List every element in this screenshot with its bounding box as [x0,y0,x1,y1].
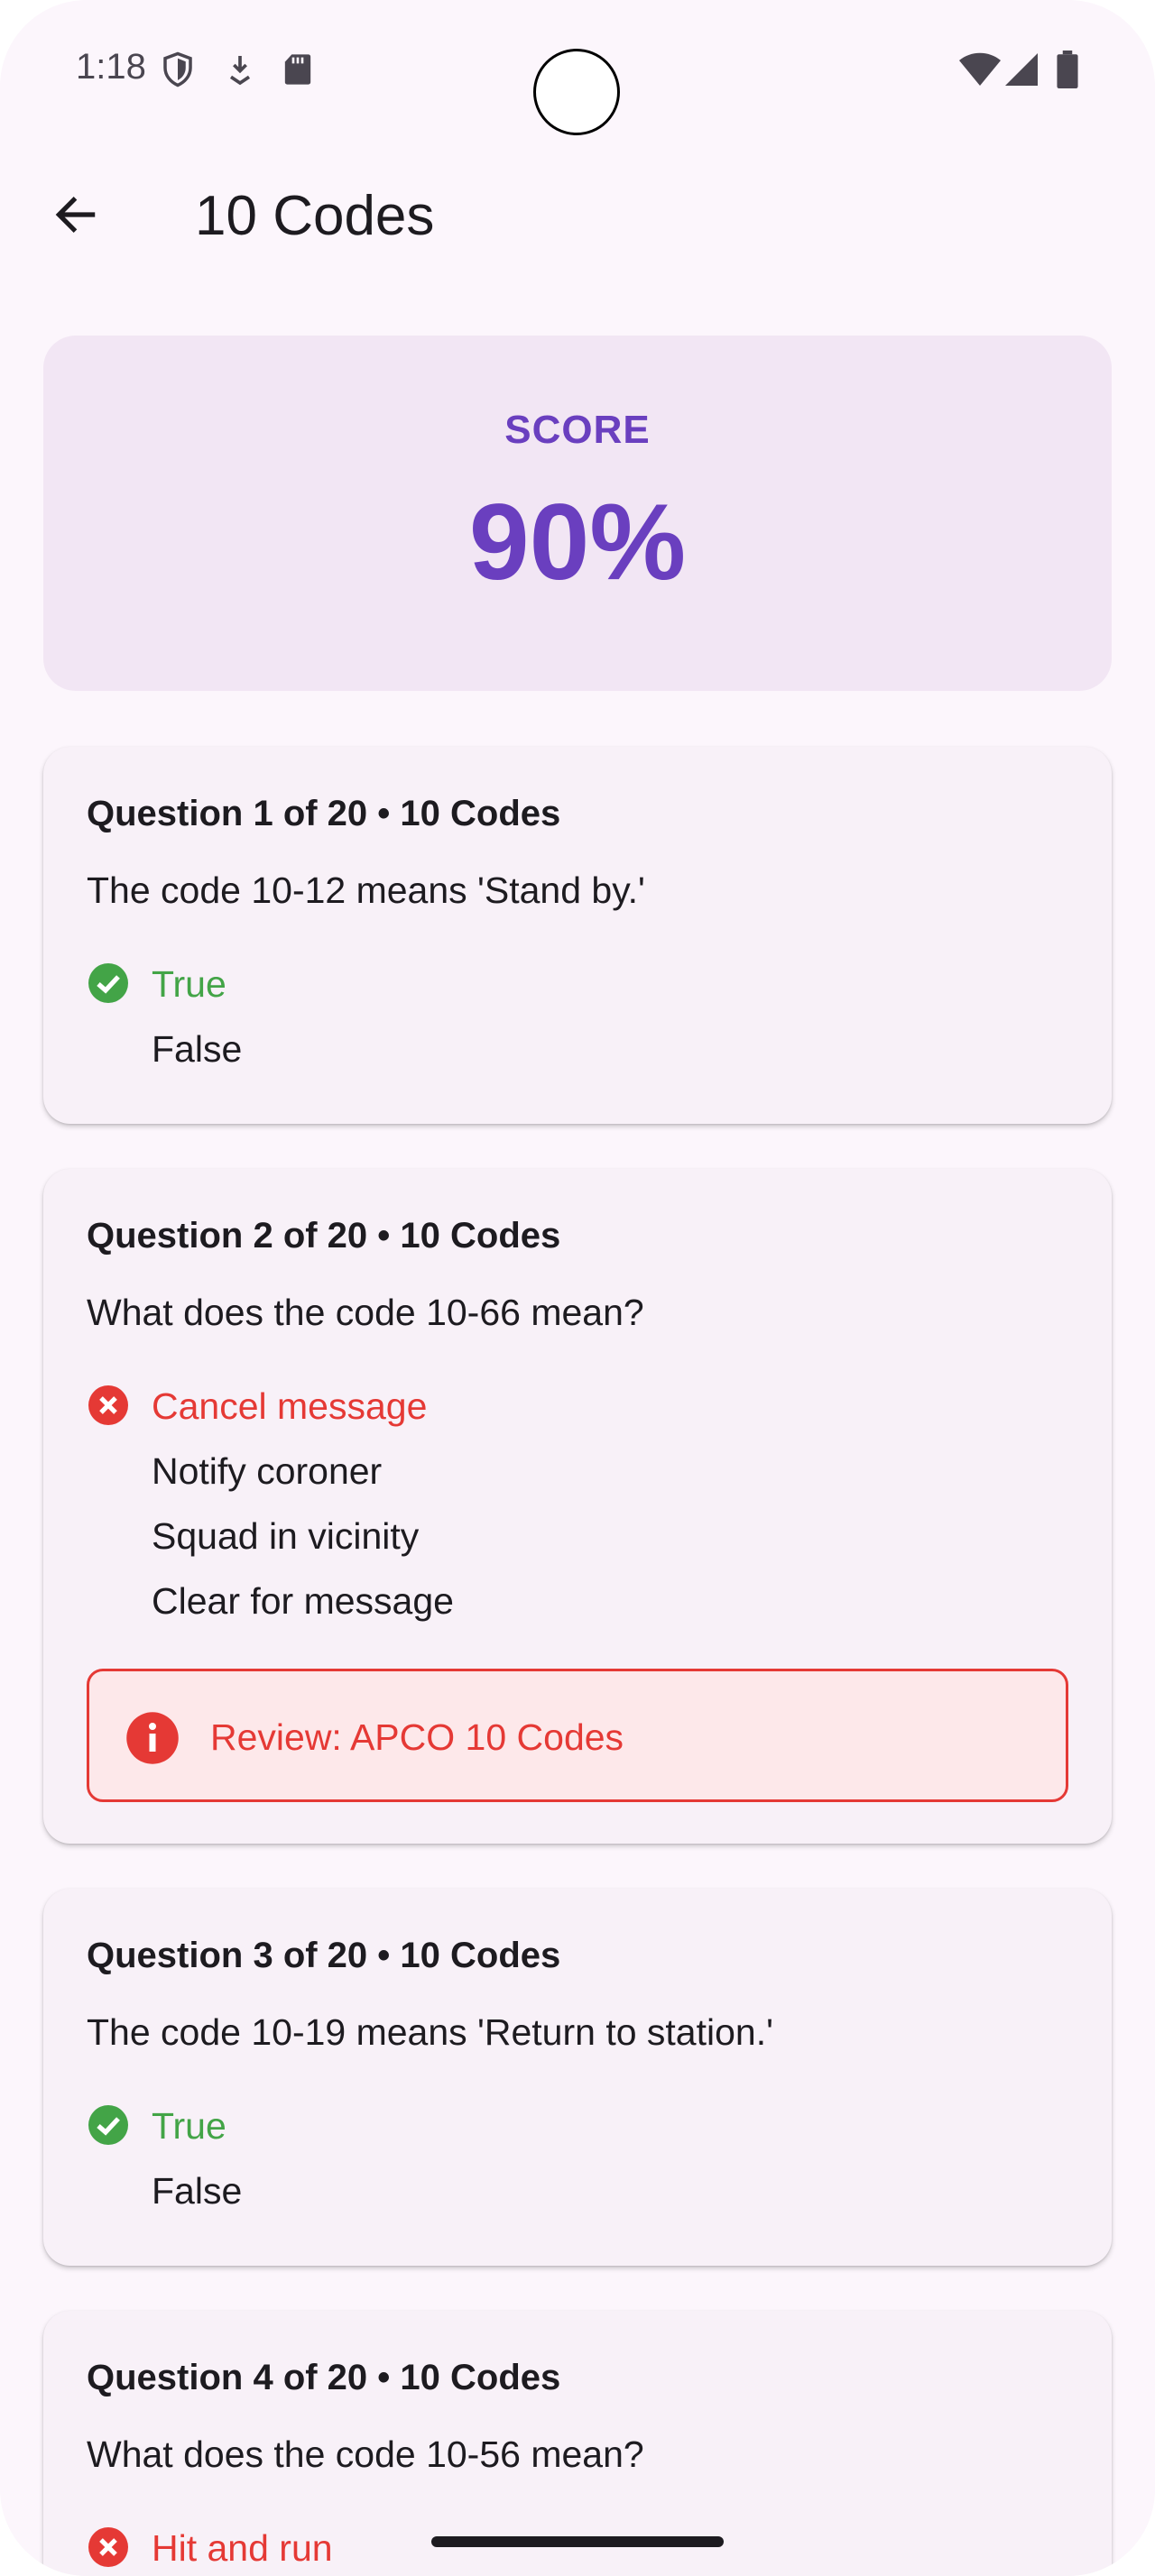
question-header: Question 3 of 20 • 10 Codes [87,1936,561,1975]
sd-card-icon [280,51,316,93]
page-title: 10 Codes [195,185,435,247]
option-cancel-message[interactable]: Cancel message [152,1385,427,1428]
signal-icon [1003,51,1040,93]
option-false[interactable]: False [152,2170,242,2213]
score-label: SCORE [504,408,651,452]
app-bar: 10 Codes [0,162,1155,271]
download-icon [222,51,258,93]
wifi-icon [958,51,1002,93]
shield-icon [159,51,197,93]
question-text: The code 10-12 means 'Stand by.' [87,869,645,911]
battery-icon [1056,51,1079,93]
check-circle-icon [87,2103,130,2147]
phone-screen: 1:18 10 Codes SCORE 90% Question 1 of 20… [0,0,1155,2576]
error-circle-icon [87,1384,130,1427]
option-squad-in-vicinity[interactable]: Squad in vicinity [152,1515,419,1558]
error-circle-icon [87,2525,130,2569]
home-indicator[interactable] [431,2536,724,2547]
option-false[interactable]: False [152,1028,242,1071]
option-hit-and-run[interactable]: Hit and run [152,2527,333,2570]
review-text: Review: APCO 10 Codes [210,1716,624,1758]
review-link[interactable]: Review: APCO 10 Codes [87,1669,1068,1802]
question-text: What does the code 10-56 mean? [87,2433,644,2475]
question-header: Question 1 of 20 • 10 Codes [87,794,561,833]
option-notify-coroner[interactable]: Notify coroner [152,1450,382,1493]
question-header: Question 4 of 20 • 10 Codes [87,2358,561,2397]
question-card-2: Question 2 of 20 • 10 Codes What does th… [43,1169,1112,1844]
option-true[interactable]: True [152,2105,226,2148]
question-header: Question 2 of 20 • 10 Codes [87,1216,561,1256]
question-text: The code 10-19 means 'Return to station.… [87,2011,773,2053]
option-true[interactable]: True [152,963,226,1006]
question-text: What does the code 10-66 mean? [87,1292,644,1333]
front-camera [533,49,620,135]
score-value: 90% [468,482,687,603]
back-button[interactable] [40,180,112,253]
score-card: SCORE 90% [43,336,1112,691]
status-time: 1:18 [76,47,146,87]
question-card-1: Question 1 of 20 • 10 Codes The code 10-… [43,747,1112,1124]
question-card-3: Question 3 of 20 • 10 Codes The code 10-… [43,1889,1112,2266]
check-circle-icon [87,961,130,1005]
arrow-back-icon [51,189,101,244]
status-bar: 1:18 [0,0,1155,144]
option-clear-for-message[interactable]: Clear for message [152,1580,454,1623]
info-icon [125,1711,180,1765]
